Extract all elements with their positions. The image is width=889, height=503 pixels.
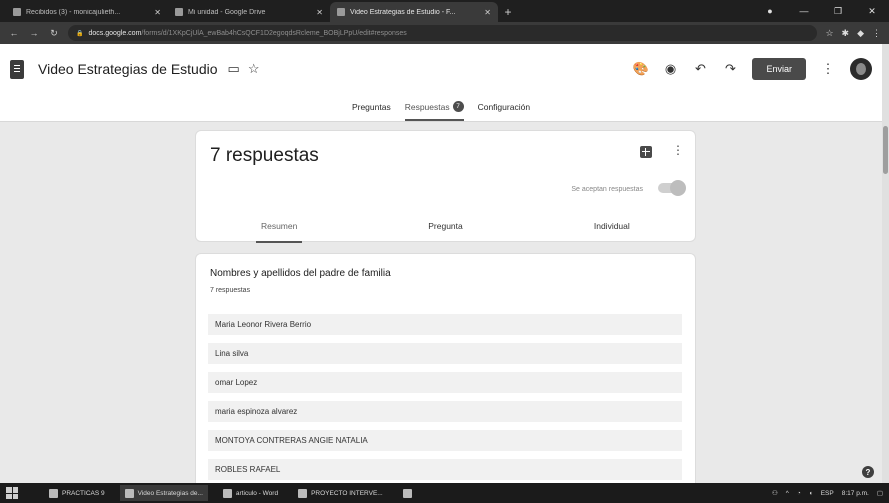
chevron-up-icon[interactable]: ^ — [786, 490, 789, 497]
window-controls: ● — ❐ ✕ — [753, 0, 889, 22]
taskbar-item-label: PROYECTO INTERVE... — [311, 489, 383, 497]
question-response-count: 7 respuestas — [210, 287, 251, 294]
tab-label: Preguntas — [351, 102, 391, 112]
gmail-icon — [13, 8, 21, 16]
forms-header: Video Estrategias de Estudio ▭ ☆ 🎨 ◉ ↶ ↷… — [0, 44, 882, 94]
maximize-icon[interactable]: ❐ — [821, 0, 855, 22]
taskbar-item-word-proyecto[interactable]: PROYECTO INTERVE... — [293, 485, 388, 501]
palette-icon[interactable]: 🎨 — [632, 61, 648, 77]
list-item: MONTOYA CONTRERAS ANGIE NATALIA — [208, 430, 682, 451]
taskbar-item-label: articulo - Word — [235, 489, 279, 497]
list-item: ROBLES RAFAEL — [208, 459, 682, 480]
responses-subtabs: Resumen Pregunta Individual — [196, 217, 695, 243]
people-icon[interactable]: ⚇ — [772, 489, 778, 497]
taskbar-item-chrome[interactable]: Video Estrategias de... — [119, 485, 208, 501]
browser-tab-gmail[interactable]: Recibidos (3) - monicajulieth... ✕ — [6, 2, 168, 22]
tab-label: Configuración — [477, 102, 531, 112]
taskbar-item-label: PRACTICAS 9 — [62, 489, 105, 497]
undo-icon[interactable]: ↶ — [692, 61, 708, 77]
redo-icon[interactable]: ↷ — [722, 61, 738, 77]
responses-summary-card: 7 respuestas ⋮ Se aceptan respuestas Res… — [195, 130, 696, 243]
tab-responses[interactable]: Respuestas 7 — [404, 101, 464, 121]
profile-icon[interactable]: ● — [753, 0, 787, 22]
address-bar-row: ← → ↻ 🔒 docs.google.com/forms/d/1XKpCjUl… — [0, 22, 889, 44]
drive-icon — [175, 8, 183, 16]
star-icon[interactable]: ☆ — [825, 28, 833, 39]
browser-tab-strip: Recibidos (3) - monicajulieth... ✕ Mi un… — [0, 0, 889, 22]
list-item: maria espinoza alvarez — [208, 401, 682, 422]
word-icon — [222, 488, 232, 498]
taskbar-item-word-articulo[interactable]: articulo - Word — [218, 485, 283, 501]
browser-tab-title: Recibidos (3) - monicajulieth... — [26, 8, 121, 16]
browser-tab-title: Mi unidad - Google Drive — [188, 8, 266, 16]
responses-count-title: 7 respuestas — [210, 145, 319, 166]
accepting-responses-label: Se aceptan respuestas — [571, 186, 643, 193]
system-tray: ⚇ ^ ◔ ◖ ESP 8:17 p.m. ▢ — [772, 489, 883, 498]
list-item: Lina silva — [208, 343, 682, 364]
new-tab-button[interactable]: + — [498, 2, 518, 22]
tab-questions[interactable]: Preguntas — [352, 102, 391, 121]
list-item: Maria Leonor Rivera Berrio — [208, 314, 682, 335]
volume-icon[interactable]: ◖ — [809, 490, 813, 497]
tab-label: Respuestas — [404, 101, 450, 112]
answer-list: Maria Leonor Rivera Berrio Lina silva om… — [208, 314, 682, 488]
word-icon — [298, 488, 308, 498]
page-scrollbar[interactable] — [882, 44, 889, 483]
back-icon[interactable]: ← — [8, 28, 20, 38]
network-icon[interactable]: ◔ — [797, 490, 801, 497]
scrollbar-thumb[interactable] — [883, 126, 888, 174]
more-options-icon[interactable]: ⋮ — [672, 143, 684, 157]
folder-icon — [49, 488, 58, 498]
browser-extensions: ☆ ✱ ◆ ⋮ — [825, 28, 881, 39]
taskbar-item-practicas[interactable]: PRACTICAS 9 — [44, 485, 110, 501]
form-title[interactable]: Video Estrategias de Estudio — [38, 61, 218, 77]
send-button[interactable]: Enviar — [752, 58, 806, 80]
avatar[interactable] — [850, 58, 872, 80]
notifications-icon[interactable]: ▢ — [877, 489, 883, 497]
reload-icon[interactable]: ↻ — [48, 28, 60, 39]
question-title: Nombres y apellidos del padre de familia — [210, 268, 391, 279]
google-forms-icon[interactable] — [10, 59, 24, 79]
taskbar: PRACTICAS 9 Video Estrategias de... arti… — [0, 483, 889, 503]
taskbar-item-label: Video Estrategias de... — [137, 489, 203, 497]
subtab-individual[interactable]: Individual — [529, 217, 695, 243]
question-summary-card: Nombres y apellidos del padre de familia… — [195, 253, 696, 503]
taskbar-item-word[interactable] — [398, 485, 417, 501]
help-icon[interactable]: ? — [862, 466, 874, 478]
word-icon — [402, 488, 412, 498]
list-item: omar Lopez — [208, 372, 682, 393]
tab-settings[interactable]: Configuración — [478, 102, 530, 121]
browser-tab-drive[interactable]: Mi unidad - Google Drive ✕ — [168, 2, 330, 22]
accepting-responses-toggle[interactable] — [658, 180, 686, 196]
forms-tabs: Preguntas Respuestas 7 Configuración — [0, 94, 882, 122]
minimize-icon[interactable]: — — [787, 0, 821, 22]
folder-icon[interactable]: ▭ — [228, 61, 240, 77]
browser-tab-title: Video Estrategias de Estudio - F... — [350, 8, 456, 16]
responses-badge: 7 — [452, 101, 464, 112]
more-options-icon[interactable]: ⋮ — [820, 61, 836, 77]
star-icon[interactable]: ☆ — [248, 61, 260, 77]
chrome-icon — [124, 488, 134, 498]
url-field[interactable]: 🔒 docs.google.com/forms/d/1XKpCjUlA_ewBa… — [68, 25, 818, 41]
close-icon[interactable]: ✕ — [154, 8, 161, 17]
windows-start-icon[interactable] — [6, 487, 18, 499]
browser-tab-forms[interactable]: Video Estrategias de Estudio - F... ✕ — [330, 2, 498, 22]
forms-icon — [337, 8, 345, 16]
url-path: /forms/d/1XKpCjUlA_ewBab4hCsQCF1D2egoqds… — [141, 29, 407, 37]
spreadsheet-icon[interactable] — [640, 146, 652, 158]
language-indicator[interactable]: ESP — [821, 490, 834, 497]
close-icon[interactable]: ✕ — [484, 8, 491, 17]
forward-icon[interactable]: → — [28, 28, 40, 38]
url-host: docs.google.com — [88, 29, 142, 37]
menu-icon[interactable]: ⋮ — [872, 28, 881, 39]
extension-icon[interactable]: ✱ — [842, 28, 850, 39]
clock[interactable]: 8:17 p.m. — [842, 490, 869, 497]
subtab-summary[interactable]: Resumen — [196, 217, 362, 243]
lock-icon: 🔒 — [76, 30, 84, 37]
preview-eye-icon[interactable]: ◉ — [662, 61, 678, 77]
close-icon[interactable]: ✕ — [316, 8, 323, 17]
extension-puzzle-icon[interactable]: ◆ — [857, 28, 864, 39]
window-close-icon[interactable]: ✕ — [855, 0, 889, 22]
subtab-question[interactable]: Pregunta — [362, 217, 528, 243]
